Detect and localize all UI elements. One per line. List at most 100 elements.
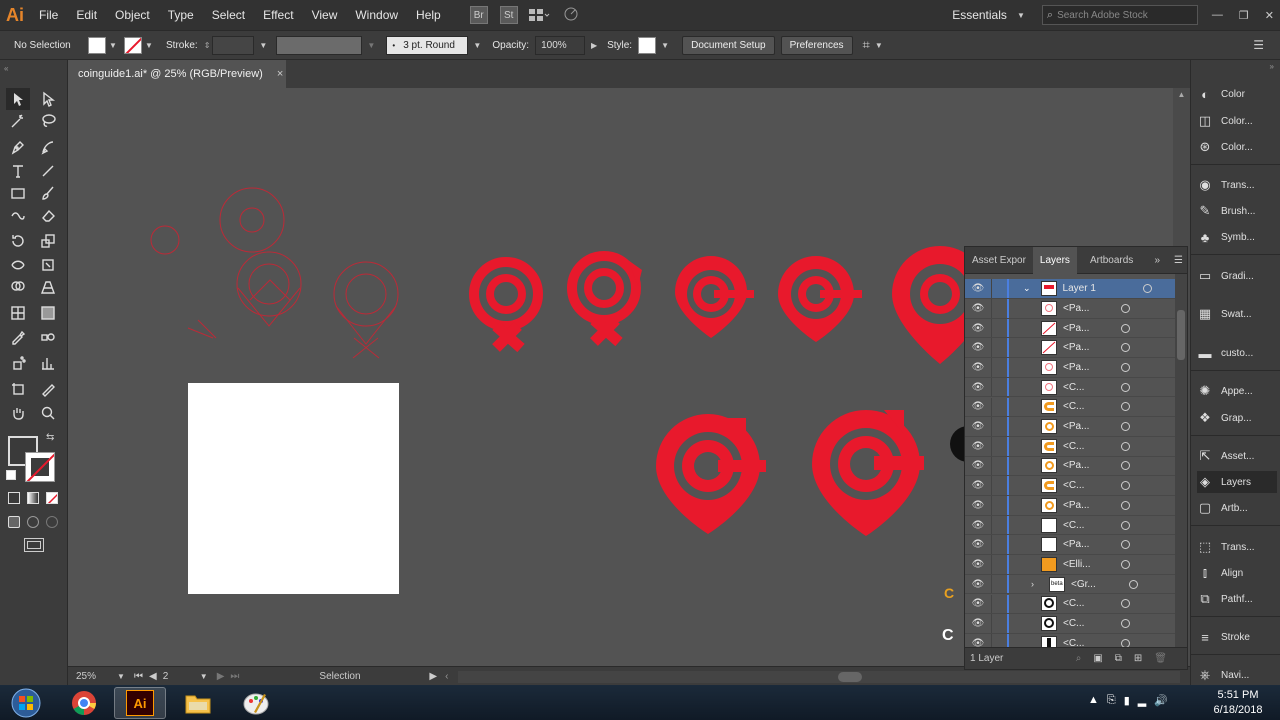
- lock-toggle[interactable]: [991, 496, 1007, 515]
- visibility-eye-icon[interactable]: 👁: [965, 460, 991, 471]
- scale-tool-icon[interactable]: [36, 230, 60, 252]
- visibility-eye-icon[interactable]: 👁: [965, 342, 991, 353]
- panel-expand-icon[interactable]: »: [1154, 255, 1160, 266]
- lasso-tool-icon[interactable]: [36, 110, 60, 132]
- dock-item-graphic-styles[interactable]: ❖ Grap...: [1197, 407, 1277, 429]
- collapse-dock-icon[interactable]: »: [1270, 62, 1274, 71]
- hscroll-left-icon[interactable]: ‹: [445, 671, 448, 682]
- dock-item-transparency[interactable]: ◉ Trans...: [1197, 174, 1277, 196]
- dock-item-transform[interactable]: ⬚ Trans...: [1197, 536, 1277, 558]
- lock-toggle[interactable]: [991, 456, 1007, 476]
- blend-tool-icon[interactable]: [36, 326, 60, 348]
- variable-width-profile[interactable]: [276, 35, 363, 55]
- dock-item-asset-export[interactable]: ⇱ Asset...: [1197, 445, 1277, 467]
- lock-toggle[interactable]: [991, 377, 1007, 397]
- menu-object[interactable]: Object: [106, 8, 159, 22]
- layer-item-row[interactable]: 👁 <C...: [965, 594, 1175, 615]
- layer-item-name[interactable]: <Pa...: [1063, 342, 1111, 353]
- status-arrow-icon[interactable]: ▶: [429, 671, 437, 682]
- zoom-dropdown-icon[interactable]: ▼: [116, 672, 126, 682]
- illustrator-taskbar-icon[interactable]: Ai: [114, 687, 166, 719]
- tab-artboards[interactable]: Artboards: [1083, 247, 1140, 274]
- layer-item-row[interactable]: 👁 <Pa...: [965, 318, 1175, 339]
- dock-item-swatches[interactable]: ▦ Swat...: [1197, 303, 1277, 325]
- visibility-eye-icon[interactable]: 👁: [965, 539, 991, 550]
- zoom-tool-icon[interactable]: [36, 402, 60, 424]
- locate-object-icon[interactable]: ⌕: [1076, 653, 1082, 664]
- paint-taskbar-icon[interactable]: [230, 687, 282, 719]
- document-tab[interactable]: coinguide1.ai* @ 25% (RGB/Preview) ×: [68, 60, 286, 88]
- chrome-taskbar-icon[interactable]: [58, 687, 110, 719]
- menu-view[interactable]: View: [303, 8, 347, 22]
- stroke-stepper-icon[interactable]: ⇕: [204, 41, 211, 50]
- lock-toggle[interactable]: [991, 338, 1007, 358]
- visibility-eye-icon[interactable]: 👁: [965, 480, 991, 491]
- expand-group-icon[interactable]: ›: [1031, 579, 1049, 589]
- visibility-eye-icon[interactable]: 👁: [965, 559, 991, 570]
- layer-target-icon[interactable]: [1121, 303, 1130, 313]
- stroke-dropdown-icon[interactable]: ▼: [144, 40, 154, 50]
- lock-toggle[interactable]: [991, 436, 1007, 456]
- layer-target-icon[interactable]: [1121, 382, 1130, 392]
- lock-toggle[interactable]: [991, 299, 1007, 318]
- layers-menu-icon[interactable]: ☰: [1174, 255, 1183, 266]
- rectangle-tool-icon[interactable]: [6, 182, 30, 204]
- layer-item-name[interactable]: <C...: [1063, 618, 1111, 629]
- paintbrush-tool-icon[interactable]: [36, 182, 60, 204]
- battery-icon[interactable]: ▮: [1124, 694, 1130, 707]
- dock-item-color-themes[interactable]: ⊛ Color...: [1197, 136, 1277, 158]
- layer-item-name[interactable]: <C...: [1063, 520, 1111, 531]
- visibility-eye-icon[interactable]: 👁: [965, 303, 991, 314]
- layer-item-name[interactable]: <Pa...: [1063, 421, 1111, 432]
- horizontal-scrollbar[interactable]: [458, 670, 1180, 683]
- screen-mode-icon[interactable]: [24, 538, 44, 552]
- gpu-performance-icon[interactable]: [562, 5, 586, 26]
- lock-toggle[interactable]: [991, 594, 1007, 614]
- layer-item-row[interactable]: 👁 <Elli...: [965, 555, 1175, 575]
- delete-layer-icon[interactable]: 🗑: [1154, 653, 1167, 664]
- dock-item-symbols[interactable]: ♣ Symb...: [1197, 226, 1277, 248]
- brush-definition[interactable]: • 3 pt. Round: [386, 35, 469, 55]
- close-document-icon[interactable]: ×: [277, 68, 283, 80]
- width-tool-icon[interactable]: [6, 254, 30, 276]
- lock-toggle[interactable]: [991, 574, 1007, 594]
- layer-target-icon[interactable]: [1121, 520, 1130, 530]
- swap-fill-stroke-icon[interactable]: ⇆: [46, 432, 54, 443]
- lock-toggle[interactable]: [991, 279, 1007, 298]
- gradient-mode-icon[interactable]: [27, 492, 39, 504]
- draw-normal-icon[interactable]: [8, 516, 20, 528]
- dock-item-align[interactable]: ⫾ Align: [1197, 562, 1277, 584]
- layer-item-row[interactable]: 👁 <Pa...: [965, 535, 1175, 556]
- lock-toggle[interactable]: [991, 417, 1007, 436]
- style-dropdown-icon[interactable]: ▼: [660, 40, 670, 50]
- layer-target-icon[interactable]: [1129, 579, 1138, 589]
- direct-selection-tool-icon[interactable]: [36, 88, 60, 110]
- taskbar-clock[interactable]: 5:51 PM 6/18/2018: [1198, 687, 1278, 719]
- layer-target-icon[interactable]: [1121, 422, 1130, 432]
- fill-dropdown-icon[interactable]: ▼: [108, 40, 118, 50]
- layer-item-name[interactable]: <Gr...: [1071, 579, 1119, 590]
- restore-icon[interactable]: ❐: [1239, 9, 1249, 22]
- document-setup-button[interactable]: Document Setup: [682, 35, 775, 55]
- profile-dropdown-icon[interactable]: ▼: [366, 40, 376, 50]
- layer-target-icon[interactable]: [1121, 362, 1130, 372]
- layer-item-row[interactable]: 👁 <C...: [965, 614, 1175, 634]
- layer-item-name[interactable]: <Pa...: [1063, 500, 1111, 511]
- layer-item-row[interactable]: 👁 <C...: [965, 515, 1175, 536]
- visibility-eye-icon[interactable]: 👁: [965, 382, 991, 393]
- shaper-tool-icon[interactable]: [6, 204, 30, 226]
- layer-item-row[interactable]: 👁 <C...: [965, 397, 1175, 418]
- visibility-eye-icon[interactable]: 👁: [965, 441, 991, 452]
- last-artboard-icon[interactable]: ⏭: [230, 671, 239, 682]
- layer-item-row[interactable]: 👁 <Pa...: [965, 358, 1175, 378]
- arrange-documents-icon[interactable]: [528, 8, 558, 22]
- lock-toggle[interactable]: [991, 614, 1007, 633]
- stock-button[interactable]: St: [499, 6, 518, 24]
- layer-item-name[interactable]: <C...: [1063, 480, 1111, 491]
- layers-scrollbar[interactable]: [1175, 274, 1187, 648]
- expand-layer-icon[interactable]: ⌄: [1023, 283, 1031, 294]
- menu-help[interactable]: Help: [407, 8, 450, 22]
- dock-item-custom[interactable]: ▬ custo...: [1197, 342, 1277, 364]
- none-mode-icon[interactable]: [46, 492, 58, 504]
- layer-target-icon[interactable]: [1121, 500, 1130, 510]
